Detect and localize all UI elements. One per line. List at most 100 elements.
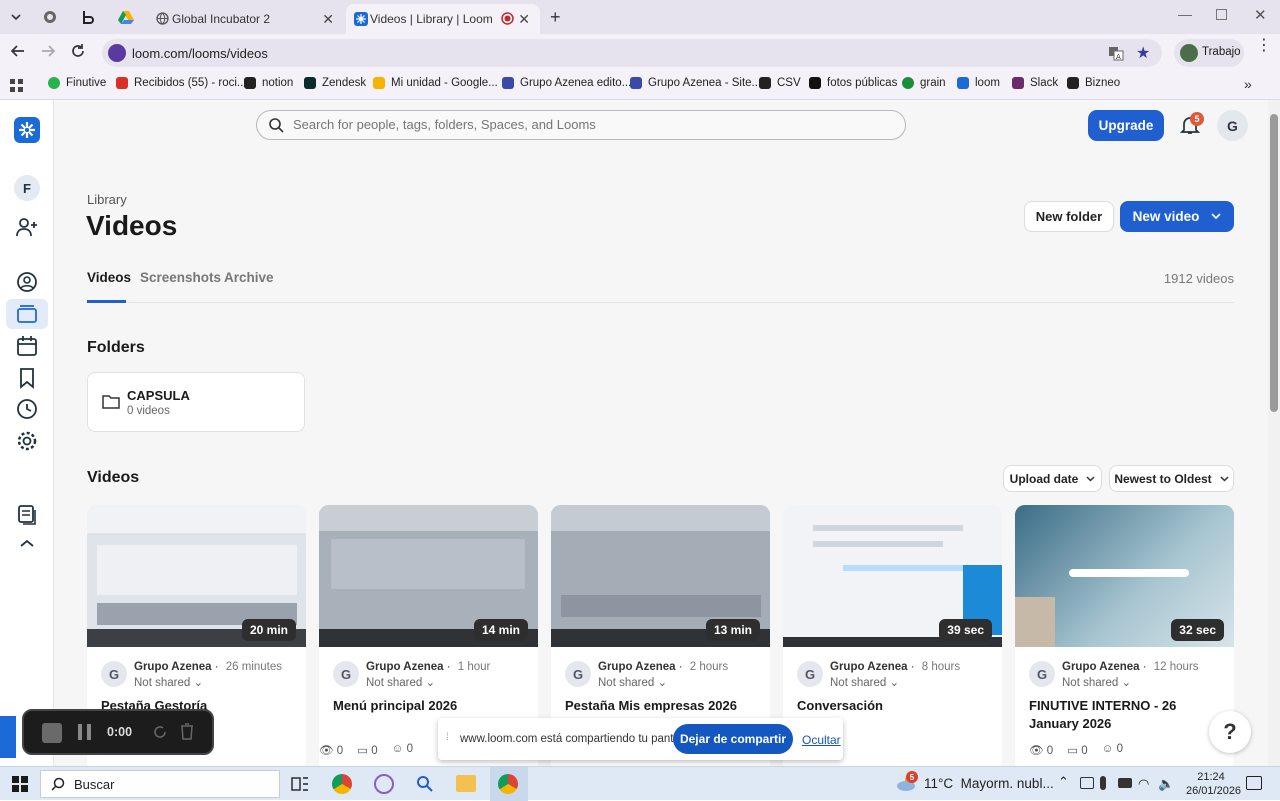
app-icon[interactable]: [374, 774, 394, 794]
task-view-icon[interactable]: [291, 775, 309, 793]
calendar-icon[interactable]: [16, 335, 38, 357]
bookmark-finutive[interactable]: Finutive: [48, 77, 106, 89]
search-input[interactable]: [293, 117, 893, 132]
close-tab-icon[interactable]: ✕: [322, 11, 334, 28]
forward-icon[interactable]: [40, 43, 56, 59]
taskbar-search-box[interactable]: Buscar: [40, 770, 280, 798]
video-title[interactable]: Pestaña Mis empresas 2026: [565, 697, 765, 715]
magnifier-app-icon[interactable]: [416, 775, 434, 793]
site-info-icon[interactable]: [108, 44, 126, 62]
tab-global-incubator[interactable]: Global Incubator 2 ✕: [148, 4, 344, 34]
share-status[interactable]: Not shared ⌄: [1062, 675, 1131, 689]
user-avatar[interactable]: G: [1217, 110, 1248, 141]
video-thumbnail[interactable]: 20 min: [87, 505, 306, 647]
workspace-avatar[interactable]: F: [14, 175, 40, 201]
collapse-icon[interactable]: [16, 536, 38, 558]
chrome-active-icon[interactable]: [498, 774, 518, 794]
help-button[interactable]: ?: [1209, 711, 1251, 753]
video-title[interactable]: Menú principal 2026: [333, 697, 533, 715]
close-window-icon[interactable]: ✕: [1254, 6, 1267, 24]
notifications-center-icon[interactable]: [1246, 776, 1262, 790]
pinned-tab-bizneo-icon[interactable]: [80, 9, 96, 25]
translate-icon[interactable]: A: [1108, 45, 1124, 61]
restart-icon[interactable]: [152, 724, 168, 740]
history-clock-icon[interactable]: [16, 398, 38, 420]
profile-icon[interactable]: [16, 271, 38, 293]
bookmark-grain[interactable]: grain: [902, 77, 946, 89]
back-icon[interactable]: [10, 43, 26, 59]
bookmark-csv[interactable]: CSV: [759, 77, 801, 89]
upload-date-dropdown[interactable]: Upload date: [1003, 465, 1102, 492]
apps-grid-icon[interactable]: [10, 79, 23, 92]
tray-app-icon[interactable]: [1080, 777, 1094, 789]
bookmark-grupo-azenea-site[interactable]: Grupo Azenea - Site...: [630, 77, 761, 89]
upgrade-button[interactable]: Upgrade: [1088, 110, 1164, 141]
share-status[interactable]: Not shared ⌄: [134, 675, 203, 689]
battery-icon[interactable]: [1118, 778, 1132, 788]
more-bookmarks-icon[interactable]: »: [1244, 76, 1252, 92]
tab-search-icon[interactable]: [8, 9, 24, 25]
tab-videos[interactable]: Videos: [87, 270, 131, 285]
microphone-icon[interactable]: [1100, 776, 1106, 790]
bookmark-loom[interactable]: loom: [957, 77, 1000, 89]
delete-trash-icon[interactable]: [180, 723, 194, 740]
video-title[interactable]: Conversación: [797, 697, 997, 715]
profile-chip[interactable]: Trabajo: [1174, 39, 1244, 67]
video-thumbnail[interactable]: 39 sec: [783, 505, 1002, 647]
share-status[interactable]: Not shared ⌄: [830, 675, 899, 689]
windows-start-icon[interactable]: [12, 776, 28, 792]
restore-icon[interactable]: [1216, 9, 1227, 20]
minimize-icon[interactable]: —: [1178, 6, 1192, 22]
wifi-icon[interactable]: ◠: [1138, 776, 1149, 792]
pinned-tab-icon[interactable]: [42, 9, 58, 25]
pinned-tab-drive-icon[interactable]: [118, 9, 134, 25]
settings-gear-icon[interactable]: [16, 430, 38, 452]
library-icon[interactable]: [16, 303, 38, 325]
search-bar[interactable]: [256, 110, 906, 140]
folder-card[interactable]: CAPSULA 0 videos: [87, 372, 305, 432]
sort-order-dropdown[interactable]: Newest to Oldest: [1109, 465, 1234, 492]
file-explorer-icon[interactable]: [456, 775, 476, 792]
loom-logo-icon[interactable]: [14, 117, 40, 143]
drag-handle-icon[interactable]: ⁞: [446, 732, 449, 743]
scrollbar-track[interactable]: [1268, 100, 1280, 766]
share-status[interactable]: Not shared ⌄: [598, 675, 667, 689]
bookmark-icon[interactable]: [16, 367, 38, 389]
new-folder-button[interactable]: New folder: [1024, 201, 1114, 232]
bookmark-slack[interactable]: Slack: [1012, 77, 1058, 89]
bookmark-notion[interactable]: notion: [244, 77, 293, 89]
video-thumbnail[interactable]: 14 min: [319, 505, 538, 647]
tab-archive[interactable]: Archive: [224, 270, 274, 285]
close-tab-icon[interactable]: ✕: [518, 11, 530, 28]
video-thumbnail[interactable]: 13 min: [551, 505, 770, 647]
bookmark-bizneo[interactable]: Bizneo: [1067, 77, 1120, 89]
bookmark-grupo-azenea-edito[interactable]: Grupo Azenea edito...: [502, 77, 631, 89]
bookmark-gmail[interactable]: Recibidos (55) - roci...: [116, 77, 246, 89]
breadcrumb[interactable]: Library: [87, 192, 127, 207]
share-status[interactable]: Not shared ⌄: [366, 675, 435, 689]
bookmark-star-icon[interactable]: ★: [1136, 43, 1150, 63]
new-video-button[interactable]: New video: [1120, 201, 1234, 232]
tab-screenshots[interactable]: Screenshots: [140, 270, 221, 285]
video-card[interactable]: 32 sec G Grupo Azenea · 12 hours Not sha…: [1015, 505, 1234, 766]
notes-icon[interactable]: [16, 504, 38, 526]
bookmark-zendesk[interactable]: Zendesk: [304, 77, 366, 89]
video-thumbnail[interactable]: 32 sec: [1015, 505, 1234, 647]
address-bar[interactable]: loom.com/looms/videos A ★: [102, 39, 1162, 67]
add-user-icon[interactable]: [16, 216, 38, 238]
clock[interactable]: 21:24 26/01/2026: [1186, 770, 1241, 798]
video-title[interactable]: FINUTIVE INTERNO - 26 January 2026: [1029, 697, 1229, 733]
stop-sharing-button[interactable]: Dejar de compartir: [673, 724, 793, 754]
pause-icon[interactable]: [78, 724, 92, 740]
bookmark-fotos-publicas[interactable]: fotos públicas: [809, 77, 897, 89]
new-tab-icon[interactable]: +: [550, 7, 561, 28]
tray-chevron-icon[interactable]: ⌃: [1058, 774, 1069, 790]
reload-icon[interactable]: [70, 43, 86, 59]
weather-text[interactable]: 11°C Mayorm. nubl...: [924, 776, 1054, 791]
hide-link[interactable]: Ocultar: [802, 733, 841, 747]
tab-loom-videos[interactable]: Videos | Library | Loom ✕: [346, 4, 540, 34]
bookmark-google-drive[interactable]: Mi unidad - Google...: [373, 77, 498, 89]
volume-icon[interactable]: 🔈: [1158, 776, 1174, 792]
browser-menu-icon[interactable]: ⋮: [1256, 38, 1272, 54]
chrome-icon[interactable]: [332, 774, 352, 794]
